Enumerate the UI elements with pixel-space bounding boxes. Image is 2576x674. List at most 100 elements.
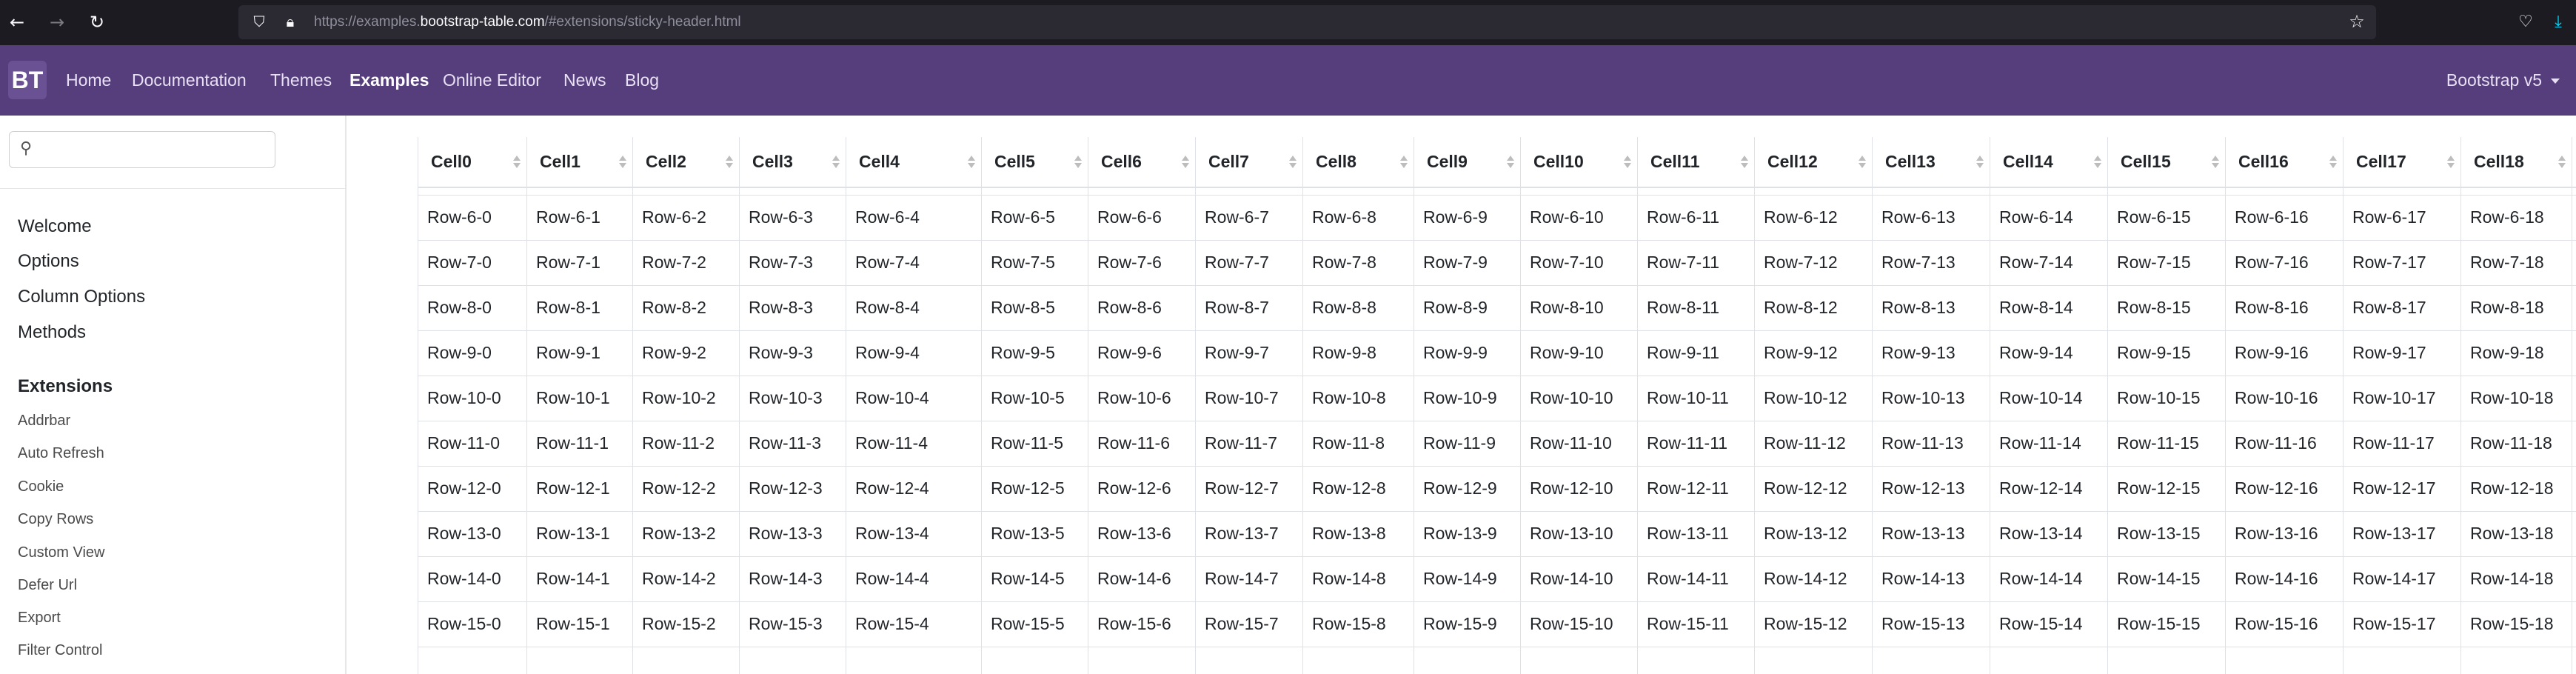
sort-icon[interactable] (726, 156, 733, 169)
table-cell[interactable]: Row-7-11 (1637, 241, 1754, 285)
table-cell[interactable]: Row-13-1 (526, 512, 632, 556)
table-cell[interactable]: Row-15-5 (981, 602, 1088, 647)
table-cell[interactable]: Row-12-12 (1754, 467, 1872, 511)
nav-link-online-editor[interactable]: Online Editor (443, 45, 541, 116)
table-cell[interactable]: Row-11-8 (1302, 421, 1414, 466)
sort-icon[interactable] (513, 156, 521, 169)
table-cell[interactable]: Row-14-19 (2572, 557, 2576, 601)
table-cell[interactable]: Row-11-4 (846, 421, 981, 466)
column-header[interactable]: Cell7 (1195, 137, 1302, 187)
table-cell[interactable] (1637, 647, 1754, 674)
table-cell[interactable]: Row-7-14 (1990, 241, 2107, 285)
table-cell[interactable]: Row-8-2 (632, 286, 739, 330)
table-cell[interactable]: Row-15-1 (526, 602, 632, 647)
table-cell[interactable]: Row-9-0 (418, 331, 526, 376)
table-cell[interactable]: Row-8-7 (1195, 286, 1302, 330)
table-cell[interactable]: Row-8-12 (1754, 286, 1872, 330)
table-cell[interactable]: Row-6-18 (2460, 196, 2572, 240)
table-cell[interactable]: Row-10-11 (1637, 376, 1754, 421)
table-cell[interactable] (632, 647, 739, 674)
table-cell[interactable]: Row-14-5 (981, 557, 1088, 601)
table-cell[interactable] (418, 647, 526, 674)
table-cell[interactable]: Row-9-15 (2107, 331, 2225, 376)
table-cell[interactable]: Row-15-9 (1414, 602, 1520, 647)
table-cell[interactable]: Row-8-13 (1872, 286, 1990, 330)
column-header[interactable]: Cell6 (1088, 137, 1195, 187)
sort-icon[interactable] (968, 156, 975, 169)
table-cell[interactable]: Row-6-4 (846, 196, 981, 240)
brand-logo[interactable]: BT (8, 61, 47, 99)
table-cell[interactable]: Row-6-10 (1520, 196, 1637, 240)
table-cell[interactable]: Row-15-3 (739, 602, 846, 647)
table-cell[interactable]: Row-10-15 (2107, 376, 2225, 421)
sidebar-item-custom-view[interactable]: Custom View (18, 544, 104, 561)
table-cell[interactable]: Row-7-0 (418, 241, 526, 285)
table-cell[interactable]: Row-11-3 (739, 421, 846, 466)
table-cell[interactable]: Row-8-11 (1637, 286, 1754, 330)
table-cell[interactable] (2460, 647, 2572, 674)
table-cell[interactable]: Row-7-15 (2107, 241, 2225, 285)
table-cell[interactable] (2572, 647, 2576, 674)
table-cell[interactable]: Row-14-2 (632, 557, 739, 601)
sort-icon[interactable] (1182, 156, 1189, 169)
column-header[interactable]: Cell19 (2572, 137, 2576, 187)
table-cell[interactable]: Row-6-8 (1302, 196, 1414, 240)
table-cell[interactable]: Row-8-19 (2572, 286, 2576, 330)
table-cell[interactable]: Row-8-0 (418, 286, 526, 330)
table-cell[interactable]: Row-10-18 (2460, 376, 2572, 421)
sidebar-item-welcome[interactable]: Welcome (18, 216, 92, 237)
table-cell[interactable]: Row-8-16 (2225, 286, 2343, 330)
table-cell[interactable]: Row-7-18 (2460, 241, 2572, 285)
search-input[interactable] (39, 135, 264, 164)
table-cell[interactable]: Row-13-11 (1637, 512, 1754, 556)
table-cell[interactable]: Row-12-9 (1414, 467, 1520, 511)
column-header[interactable]: Cell17 (2343, 137, 2460, 187)
sort-icon[interactable] (1859, 156, 1866, 169)
table-cell[interactable]: Row-9-9 (1414, 331, 1520, 376)
sort-icon[interactable] (1976, 156, 1984, 169)
table-cell[interactable]: Row-12-8 (1302, 467, 1414, 511)
table-cell[interactable]: Row-9-4 (846, 331, 981, 376)
table-cell[interactable]: Row-13-13 (1872, 512, 1990, 556)
table-cell[interactable]: Row-10-19 (2572, 376, 2576, 421)
table-cell[interactable]: Row-8-1 (526, 286, 632, 330)
table-cell[interactable] (846, 647, 981, 674)
sort-icon[interactable] (1074, 156, 1082, 169)
table-cell[interactable] (1520, 647, 1637, 674)
table-cell[interactable]: Row-6-7 (1195, 196, 1302, 240)
table-cell[interactable]: Row-9-17 (2343, 331, 2460, 376)
table-cell[interactable]: Row-11-1 (526, 421, 632, 466)
table-cell[interactable]: Row-13-6 (1088, 512, 1195, 556)
pocket-icon[interactable]: ♡ (2515, 11, 2537, 33)
table-cell[interactable]: Row-13-14 (1990, 512, 2107, 556)
lock-icon[interactable]: 🔒︎ (280, 11, 301, 32)
table-cell[interactable]: Row-13-9 (1414, 512, 1520, 556)
table-cell[interactable]: Row-7-16 (2225, 241, 2343, 285)
table-cell[interactable]: Row-12-14 (1990, 467, 2107, 511)
sidebar-item-filter-control[interactable]: Filter Control (18, 642, 102, 659)
table-cell[interactable]: Row-13-5 (981, 512, 1088, 556)
table-cell[interactable]: Row-10-9 (1414, 376, 1520, 421)
sort-icon[interactable] (2558, 156, 2566, 169)
table-cell[interactable]: Row-10-8 (1302, 376, 1414, 421)
table-cell[interactable]: Row-15-11 (1637, 602, 1754, 647)
table-cell[interactable]: Row-14-14 (1990, 557, 2107, 601)
sort-icon[interactable] (2447, 156, 2455, 169)
url-bar[interactable]: ⛉ 🔒︎ https://examples.bootstrap-table.co… (238, 5, 2376, 39)
table-cell[interactable]: Row-7-3 (739, 241, 846, 285)
sidebar-item-addrbar[interactable]: Addrbar (18, 413, 70, 430)
table-cell[interactable]: Row-7-7 (1195, 241, 1302, 285)
table-cell[interactable]: Row-14-8 (1302, 557, 1414, 601)
table-cell[interactable]: Row-14-3 (739, 557, 846, 601)
column-header[interactable]: Cell4 (846, 137, 981, 187)
table-cell[interactable]: Row-11-10 (1520, 421, 1637, 466)
sort-icon[interactable] (832, 156, 840, 169)
table-cell[interactable]: Row-10-14 (1990, 376, 2107, 421)
table-cell[interactable]: Row-8-6 (1088, 286, 1195, 330)
sidebar-item-export[interactable]: Export (18, 610, 61, 627)
table-cell[interactable]: Row-11-15 (2107, 421, 2225, 466)
table-cell[interactable]: Row-9-6 (1088, 331, 1195, 376)
sort-icon[interactable] (1624, 156, 1631, 169)
table-cell[interactable]: Row-15-19 (2572, 602, 2576, 647)
table-cell[interactable]: Row-7-8 (1302, 241, 1414, 285)
